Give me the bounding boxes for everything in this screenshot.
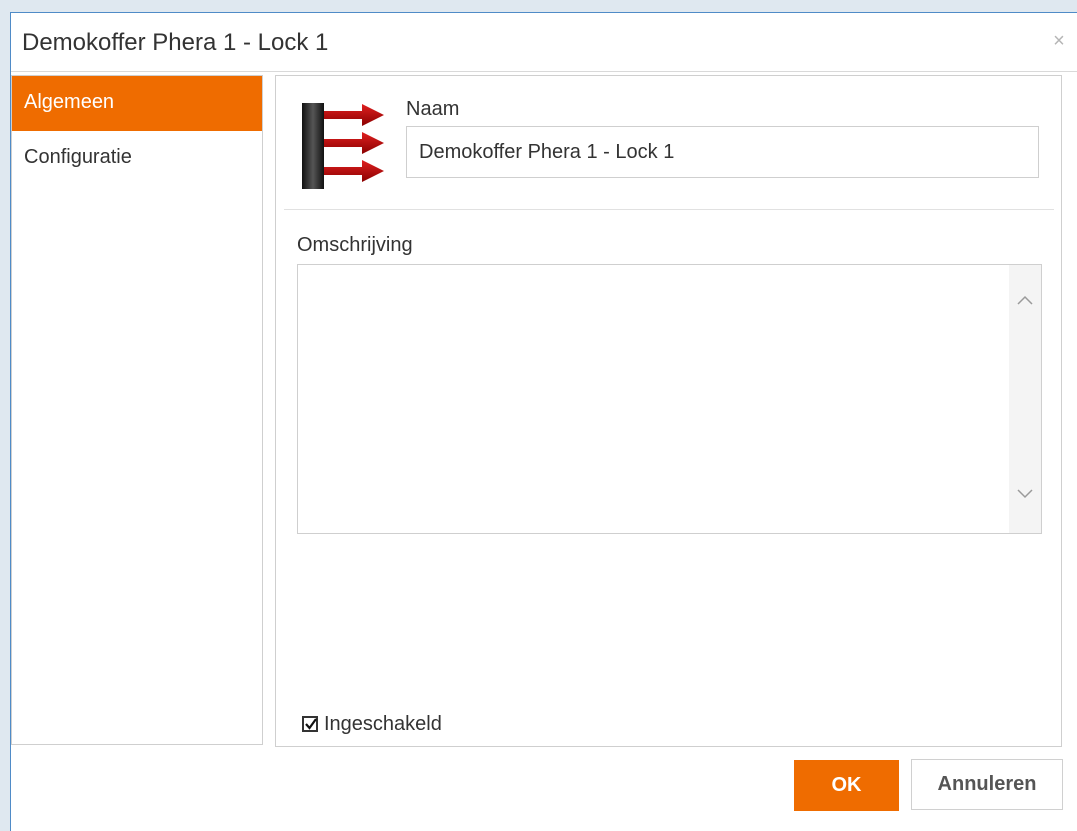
ok-button[interactable]: OK	[794, 760, 899, 811]
content-panel: Naam Omschrijving Ingeschakeld	[275, 75, 1062, 747]
close-icon[interactable]: ×	[1049, 31, 1069, 51]
omschrijving-field	[297, 264, 1042, 534]
dialog-titlebar: Demokoffer Phera 1 - Lock 1 ×	[11, 13, 1077, 72]
divider	[284, 209, 1054, 210]
naam-input[interactable]	[406, 126, 1039, 178]
checkmark-icon	[305, 718, 317, 730]
naam-label: Naam	[406, 98, 460, 120]
scrollbar[interactable]	[1009, 265, 1041, 533]
chevron-down-icon[interactable]	[1015, 483, 1035, 503]
sidebar-nav: Algemeen Configuratie	[11, 75, 263, 745]
chevron-up-icon[interactable]	[1015, 291, 1035, 311]
nav-item-configuratie[interactable]: Configuratie	[12, 131, 262, 186]
nav-item-label: Configuratie	[24, 146, 132, 168]
ingeschakeld-checkbox[interactable]	[302, 716, 318, 732]
nav-item-label: Algemeen	[24, 91, 115, 113]
lock-device-icon	[302, 103, 384, 189]
ingeschakeld-checkbox-row[interactable]: Ingeschakeld	[302, 712, 442, 736]
omschrijving-label: Omschrijving	[297, 234, 413, 256]
omschrijving-textarea[interactable]	[298, 265, 1008, 533]
ingeschakeld-label: Ingeschakeld	[324, 712, 442, 735]
nav-item-algemeen[interactable]: Algemeen	[12, 76, 262, 131]
cancel-button[interactable]: Annuleren	[911, 759, 1063, 810]
dialog-title: Demokoffer Phera 1 - Lock 1	[22, 29, 329, 56]
